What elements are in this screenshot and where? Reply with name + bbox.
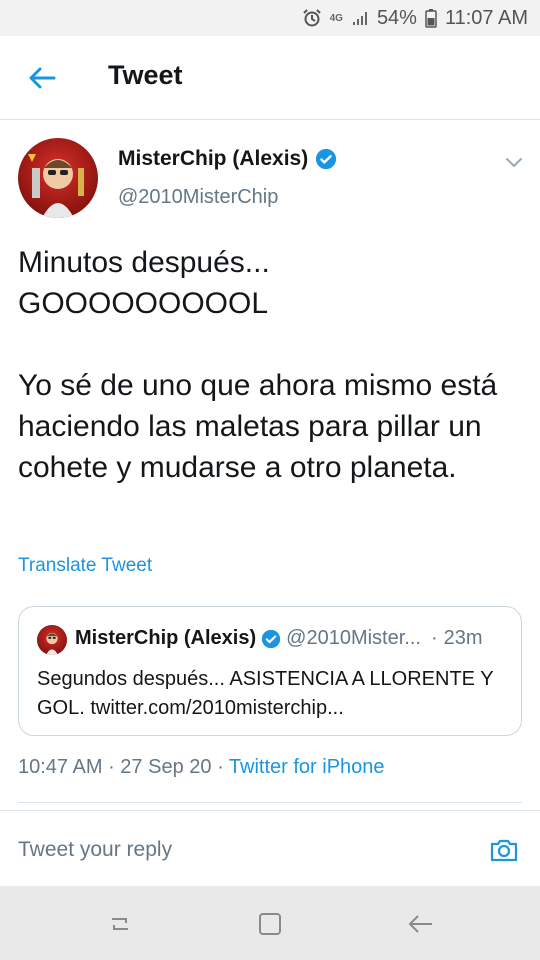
battery-icon bbox=[425, 8, 437, 28]
tweet-date: 27 Sep 20 bbox=[120, 756, 212, 778]
separator-dot: · bbox=[108, 756, 121, 778]
battery-percent: 54% bbox=[376, 6, 417, 29]
verified-badge-icon bbox=[316, 148, 337, 170]
verified-badge-icon bbox=[261, 629, 281, 648]
tweet-text: Minutos después... GOOOOOOOOOL Yo sé de … bbox=[18, 246, 498, 484]
recent-apps-icon[interactable] bbox=[104, 908, 136, 940]
quoted-tweet-age: 23m bbox=[443, 627, 483, 649]
quoted-avatar bbox=[37, 625, 67, 655]
author-handle[interactable]: @2010MisterChip bbox=[118, 186, 278, 209]
divider bbox=[18, 802, 522, 803]
alarm-icon bbox=[302, 8, 322, 28]
status-bar: 4G 54% 11:07 AM bbox=[0, 0, 540, 36]
network-type: 4G bbox=[329, 12, 343, 24]
tweet-time: 10:47 AM bbox=[18, 756, 103, 778]
quoted-tweet-header: MisterChip (Alexis) @2010Mister... · 23m bbox=[75, 627, 483, 650]
clock: 11:07 AM bbox=[444, 6, 528, 29]
quoted-tweet[interactable]: MisterChip (Alexis) @2010Mister... · 23m… bbox=[18, 606, 522, 736]
system-nav-bar bbox=[0, 886, 540, 960]
separator-dot: · bbox=[430, 627, 438, 649]
avatar[interactable] bbox=[18, 138, 98, 218]
app-header: Tweet bbox=[0, 36, 540, 120]
quoted-author-name: MisterChip (Alexis) bbox=[75, 627, 257, 649]
quoted-tweet-text: Segundos después... ASISTENCIA A LLORENT… bbox=[37, 668, 494, 719]
translate-tweet-link[interactable]: Translate Tweet bbox=[18, 555, 152, 577]
page-title: Tweet bbox=[108, 60, 183, 90]
author-name-text[interactable]: MisterChip (Alexis) bbox=[118, 147, 308, 171]
signal-icon bbox=[351, 9, 369, 27]
reply-input[interactable]: Tweet your reply bbox=[18, 838, 172, 862]
back-nav-icon[interactable] bbox=[404, 908, 436, 940]
quoted-author-handle: @2010Mister... bbox=[286, 627, 421, 649]
tweet-meta: 10:47 AM · 27 Sep 20 · Twitter for iPhon… bbox=[18, 756, 385, 779]
arrow-left-icon[interactable] bbox=[26, 62, 58, 94]
tweet-source-link[interactable]: Twitter for iPhone bbox=[229, 756, 385, 778]
home-icon[interactable] bbox=[254, 908, 286, 940]
chevron-down-icon[interactable] bbox=[502, 150, 526, 174]
author-name[interactable]: MisterChip (Alexis) bbox=[118, 147, 337, 171]
separator-dot: · bbox=[217, 756, 229, 778]
camera-icon[interactable] bbox=[488, 834, 520, 866]
divider bbox=[0, 810, 540, 811]
